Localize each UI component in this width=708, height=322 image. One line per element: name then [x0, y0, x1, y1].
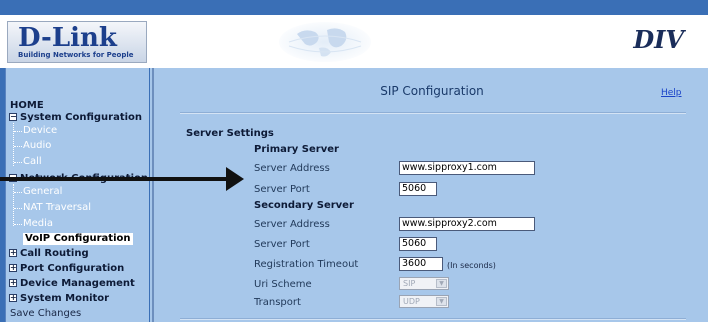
chevron-down-icon: ▼ — [436, 279, 447, 288]
transport-value: UDP — [403, 297, 420, 306]
nav-save-changes[interactable]: Save Changes — [10, 308, 81, 320]
secondary-server-port-input[interactable]: 5060 — [399, 237, 437, 251]
nav-general[interactable]: General — [23, 186, 62, 198]
secondary-port-label: Server Port — [254, 239, 310, 250]
main-content: SIP Configuration Help Server Settings P… — [150, 68, 708, 322]
nav-nat-traversal[interactable]: NAT Traversal — [23, 202, 91, 214]
expand-icon[interactable]: + — [9, 249, 17, 257]
content-frame: SIP Configuration Help Server Settings P… — [152, 68, 708, 322]
secondary-server-address-input[interactable]: www.sipproxy2.com — [399, 217, 535, 231]
server-settings-heading: Server Settings — [186, 128, 274, 139]
logo-text: D-Link — [18, 23, 117, 53]
expand-icon[interactable]: + — [9, 294, 17, 302]
page-title: SIP Configuration — [380, 84, 484, 98]
tree-connector — [13, 123, 14, 166]
nav-system-monitor[interactable]: System Monitor — [20, 293, 109, 305]
globe-banner-icon — [279, 22, 371, 62]
nav-device-management[interactable]: Device Management — [20, 278, 135, 290]
expand-icon[interactable]: + — [9, 279, 17, 287]
nav-device[interactable]: Device — [23, 125, 57, 137]
nav-voip-configuration[interactable]: VoIP Configuration — [23, 233, 133, 245]
secondary-server-heading: Secondary Server — [254, 200, 354, 211]
divider — [180, 318, 686, 320]
tree-connector — [13, 184, 14, 226]
tree-connector — [14, 192, 22, 193]
nav-media[interactable]: Media — [23, 218, 53, 230]
nav-system-configuration[interactable]: System Configuration — [20, 112, 142, 124]
top-bar — [0, 0, 708, 15]
nav-port-configuration[interactable]: Port Configuration — [20, 263, 124, 275]
primary-server-heading: Primary Server — [254, 144, 339, 155]
transport-label: Transport — [254, 297, 301, 308]
navigation-tree: HOME − System Configuration Device Audio… — [5, 68, 149, 322]
registration-timeout-label: Registration Timeout — [254, 259, 359, 270]
primary-port-label: Server Port — [254, 184, 310, 195]
registration-timeout-unit: (In seconds) — [447, 261, 496, 270]
tree-connector — [14, 162, 22, 163]
transport-select[interactable]: UDP ▼ — [399, 295, 449, 308]
annotation-arrow-shaft — [0, 177, 232, 181]
uri-scheme-select[interactable]: SIP ▼ — [399, 277, 449, 290]
nav-call[interactable]: Call — [23, 156, 42, 168]
tree-connector — [14, 131, 22, 132]
expand-icon[interactable]: + — [9, 264, 17, 272]
tree-connector — [14, 224, 22, 225]
help-link[interactable]: Help — [661, 88, 682, 98]
tree-connector — [14, 146, 22, 147]
secondary-address-label: Server Address — [254, 219, 330, 230]
primary-server-address-input[interactable]: www.sipproxy1.com — [399, 161, 535, 175]
registration-timeout-input[interactable]: 3600 — [399, 257, 443, 271]
primary-address-label: Server Address — [254, 163, 330, 174]
divider — [180, 112, 686, 114]
dlink-logo: D-Link Building Networks for People — [7, 21, 147, 63]
nav-audio[interactable]: Audio — [23, 140, 51, 152]
tree-connector — [14, 208, 22, 209]
chevron-down-icon: ▼ — [436, 297, 447, 306]
logo-tagline: Building Networks for People — [18, 51, 134, 59]
uri-scheme-label: Uri Scheme — [254, 279, 312, 290]
collapse-icon[interactable]: − — [9, 113, 17, 121]
header: D-Link Building Networks for People DIV — [0, 15, 708, 68]
annotation-arrow-head-icon — [226, 167, 244, 191]
primary-server-port-input[interactable]: 5060 — [399, 182, 437, 196]
nav-home[interactable]: HOME — [10, 100, 44, 112]
sidebar: HOME − System Configuration Device Audio… — [0, 68, 150, 322]
uri-scheme-value: SIP — [403, 279, 416, 288]
brand-name: DIV — [633, 25, 684, 54]
nav-call-routing[interactable]: Call Routing — [20, 248, 89, 260]
